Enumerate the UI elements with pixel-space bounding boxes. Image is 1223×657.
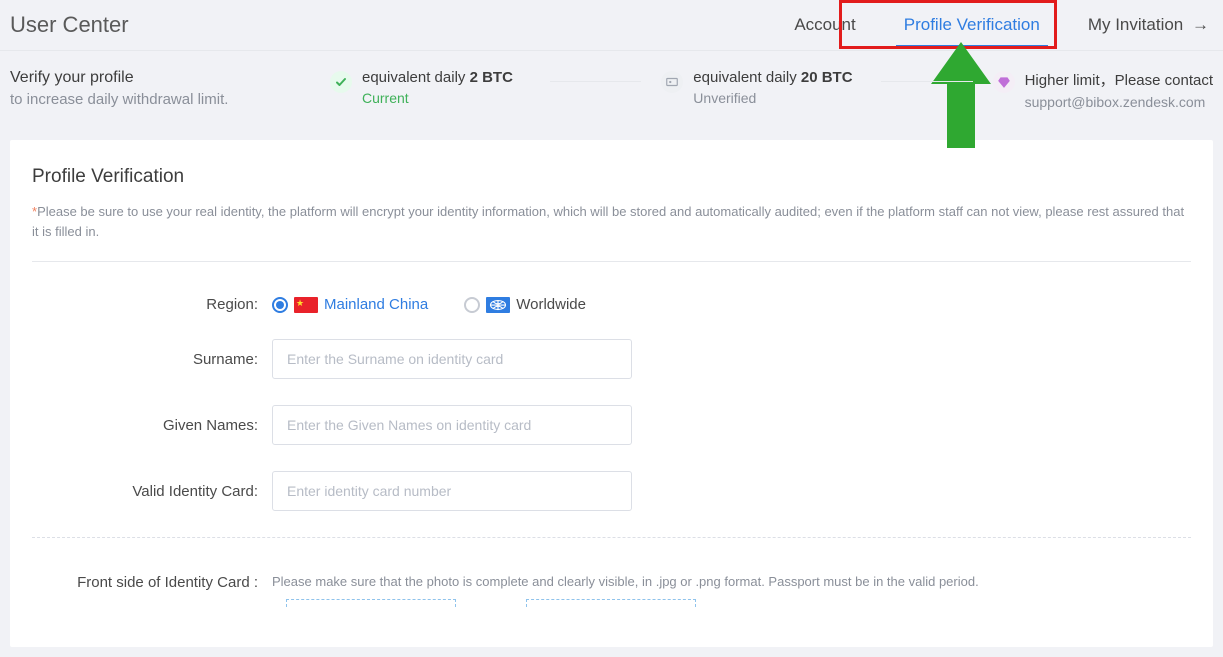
tab-profile-verification[interactable]: Profile Verification: [900, 15, 1044, 47]
tier1-value: 2 BTC: [470, 69, 513, 86]
row-surname: Surname:: [32, 339, 1191, 379]
region-worldwide-label: Worldwide: [516, 296, 586, 313]
front-upload-hint: Please make sure that the photo is compl…: [272, 574, 979, 589]
tier-2: equivalent daily 20 BTC Unverified: [661, 69, 861, 106]
lead-line2: to increase daily withdrawal limit.: [10, 91, 310, 108]
label-surname: Surname:: [32, 351, 272, 368]
page-header: User Center Account Profile Verification…: [0, 0, 1223, 51]
region-group: Mainland China Worldwide: [272, 296, 586, 313]
label-region: Region:: [32, 296, 272, 313]
page-title: User Center: [10, 12, 129, 50]
surname-input[interactable]: [272, 339, 632, 379]
row-identity-card: Valid Identity Card:: [32, 471, 1191, 511]
tier-bar: Verify your profile to increase daily wi…: [0, 51, 1223, 140]
arrow-right-icon: →: [1192, 15, 1209, 34]
region-mainland-label: Mainland China: [324, 296, 428, 313]
flag-china-icon: [294, 297, 318, 313]
check-icon: [330, 71, 352, 93]
tier1-line1: equivalent daily 2 BTC: [362, 69, 513, 86]
label-identity-card: Valid Identity Card:: [32, 483, 272, 500]
tier3-line1: Higher limit，Please contact: [1025, 69, 1213, 90]
region-option-mainland-china[interactable]: Mainland China: [272, 296, 428, 313]
flag-world-icon: [486, 297, 510, 313]
identity-card-input[interactable]: [272, 471, 632, 511]
region-option-worldwide[interactable]: Worldwide: [464, 296, 586, 313]
panel-notice: *Please be sure to use your real identit…: [32, 202, 1191, 262]
tier3-contact: support@bibox.zendesk.com: [1025, 94, 1213, 110]
tier-1: equivalent daily 2 BTC Current: [330, 69, 530, 106]
tier-connector-2: [881, 81, 972, 82]
id-card-icon: [661, 71, 683, 93]
tier2-prefix: equivalent daily: [693, 69, 801, 86]
tier1-prefix: equivalent daily: [362, 69, 470, 86]
tab-my-invitation[interactable]: My Invitation →: [1084, 15, 1213, 47]
radio-off-icon: [464, 297, 480, 313]
given-names-input[interactable]: [272, 405, 632, 445]
panel-heading: Profile Verification: [32, 166, 1191, 188]
tier2-value: 20 BTC: [801, 69, 853, 86]
upload-box-1[interactable]: [286, 599, 456, 607]
verification-panel: Profile Verification *Please be sure to …: [10, 140, 1213, 647]
label-given-names: Given Names:: [32, 417, 272, 434]
tier1-status: Current: [362, 90, 513, 106]
tab-account[interactable]: Account: [790, 15, 859, 47]
lead-line1: Verify your profile: [10, 69, 310, 87]
label-front-upload: Front side of Identity Card :: [32, 574, 272, 591]
upload-boxes: [286, 599, 1191, 607]
tier2-status: Unverified: [693, 90, 852, 106]
row-given-names: Given Names:: [32, 405, 1191, 445]
dashed-divider: [32, 537, 1191, 538]
notice-text: Please be sure to use your real identity…: [32, 204, 1184, 239]
tab-my-invitation-label: My Invitation: [1088, 15, 1183, 34]
upload-box-2[interactable]: [526, 599, 696, 607]
tier-3: Higher limit，Please contact support@bibo…: [993, 69, 1213, 110]
row-region: Region: Mainland China Worldwide: [32, 296, 1191, 313]
tab-bar: Account Profile Verification My Invitati…: [790, 15, 1213, 47]
tier2-line1: equivalent daily 20 BTC: [693, 69, 852, 86]
tier-lead: Verify your profile to increase daily wi…: [10, 69, 310, 108]
tier-connector-1: [550, 81, 641, 82]
row-front-upload: Front side of Identity Card : Please mak…: [32, 574, 1191, 591]
diamond-icon: [993, 71, 1015, 93]
radio-on-icon: [272, 297, 288, 313]
